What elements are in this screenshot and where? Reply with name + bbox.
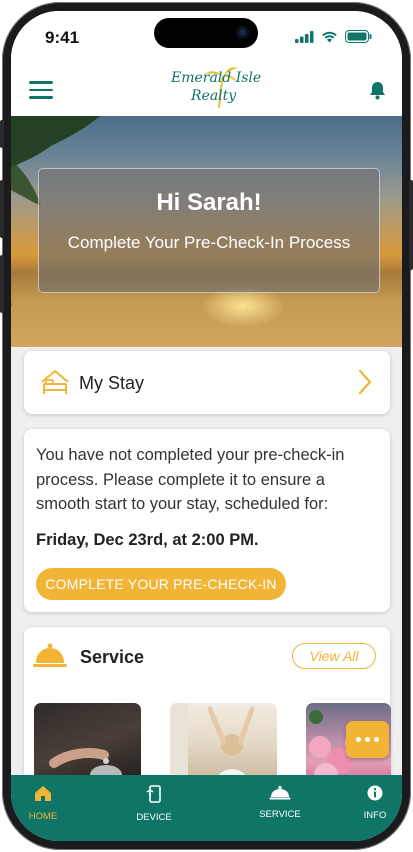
- volume-up-button: [0, 180, 4, 238]
- home-icon: [35, 786, 51, 801]
- more-options-button[interactable]: [346, 721, 389, 758]
- hero-banner: Hi Sarah! Complete Your Pre-Check-In Pro…: [11, 116, 402, 347]
- mute-switch: [0, 120, 4, 148]
- battery-icon: [345, 30, 372, 43]
- complete-precheckin-button[interactable]: COMPLETE YOUR PRE-CHECK-IN: [36, 568, 286, 600]
- bottom-navigation: HOME DEVICE SERVICE INFO: [11, 775, 402, 841]
- status-time: 9:41: [45, 28, 80, 47]
- emerald-isle-realty-logo: Emerald Isle Realty: [169, 64, 261, 112]
- logo-text-line1: Emerald Isle: [171, 70, 262, 86]
- nav-home[interactable]: HOME: [11, 785, 83, 822]
- nav-device-label: DEVICE: [136, 812, 172, 823]
- stay-date: Friday, Dec 23rd, at 2:00 PM.: [36, 531, 259, 549]
- precheckin-message: You have not completed your pre-check-in…: [36, 446, 345, 513]
- status-icons: [295, 30, 372, 43]
- nav-service[interactable]: SERVICE: [240, 785, 320, 820]
- dot-icon: [365, 737, 370, 742]
- view-all-button[interactable]: View All: [292, 643, 376, 669]
- service-card: Service View All: [24, 627, 391, 787]
- notification-bell-icon[interactable]: [369, 81, 386, 100]
- power-button: [409, 180, 413, 270]
- app-header: Emerald Isle Realty: [11, 61, 402, 117]
- chevron-right-icon: [358, 369, 372, 395]
- service-title: Service: [80, 647, 145, 667]
- status-bar: 9:41: [11, 11, 402, 61]
- logo-text-line2: Realty: [191, 88, 237, 104]
- service-bell-icon: [33, 643, 67, 667]
- welcome-card[interactable]: Hi Sarah! Complete Your Pre-Check-In Pro…: [38, 168, 380, 293]
- volume-down-button: [0, 255, 4, 313]
- nav-home-label: HOME: [28, 811, 58, 822]
- bed-icon: [41, 370, 69, 394]
- wifi-icon: [322, 31, 337, 42]
- my-stay-label: My Stay: [79, 373, 145, 393]
- welcome-greeting: Hi Sarah!: [156, 189, 262, 216]
- device-icon: [146, 785, 161, 803]
- nav-info[interactable]: INFO: [335, 785, 402, 821]
- precheckin-notice-card: You have not completed your pre-check-in…: [24, 429, 390, 612]
- dot-icon: [374, 737, 379, 742]
- my-stay-card[interactable]: My Stay: [24, 351, 390, 414]
- dynamic-island: [154, 18, 258, 48]
- info-icon: [367, 785, 383, 801]
- hamburger-menu-icon[interactable]: [29, 81, 53, 99]
- service-bell-icon: [269, 785, 291, 800]
- nav-device[interactable]: DEVICE: [114, 785, 194, 823]
- dot-icon: [356, 737, 361, 742]
- nav-service-label: SERVICE: [259, 809, 301, 820]
- cellular-signal-icon: [295, 30, 314, 43]
- nav-info-label: INFO: [363, 810, 387, 821]
- camera-icon: [236, 26, 249, 39]
- welcome-subtitle: Complete Your Pre-Check-In Process: [67, 233, 351, 252]
- phone-screen: 9:41 Emerald Isle Realty Hi Sarah! Compl…: [11, 11, 402, 841]
